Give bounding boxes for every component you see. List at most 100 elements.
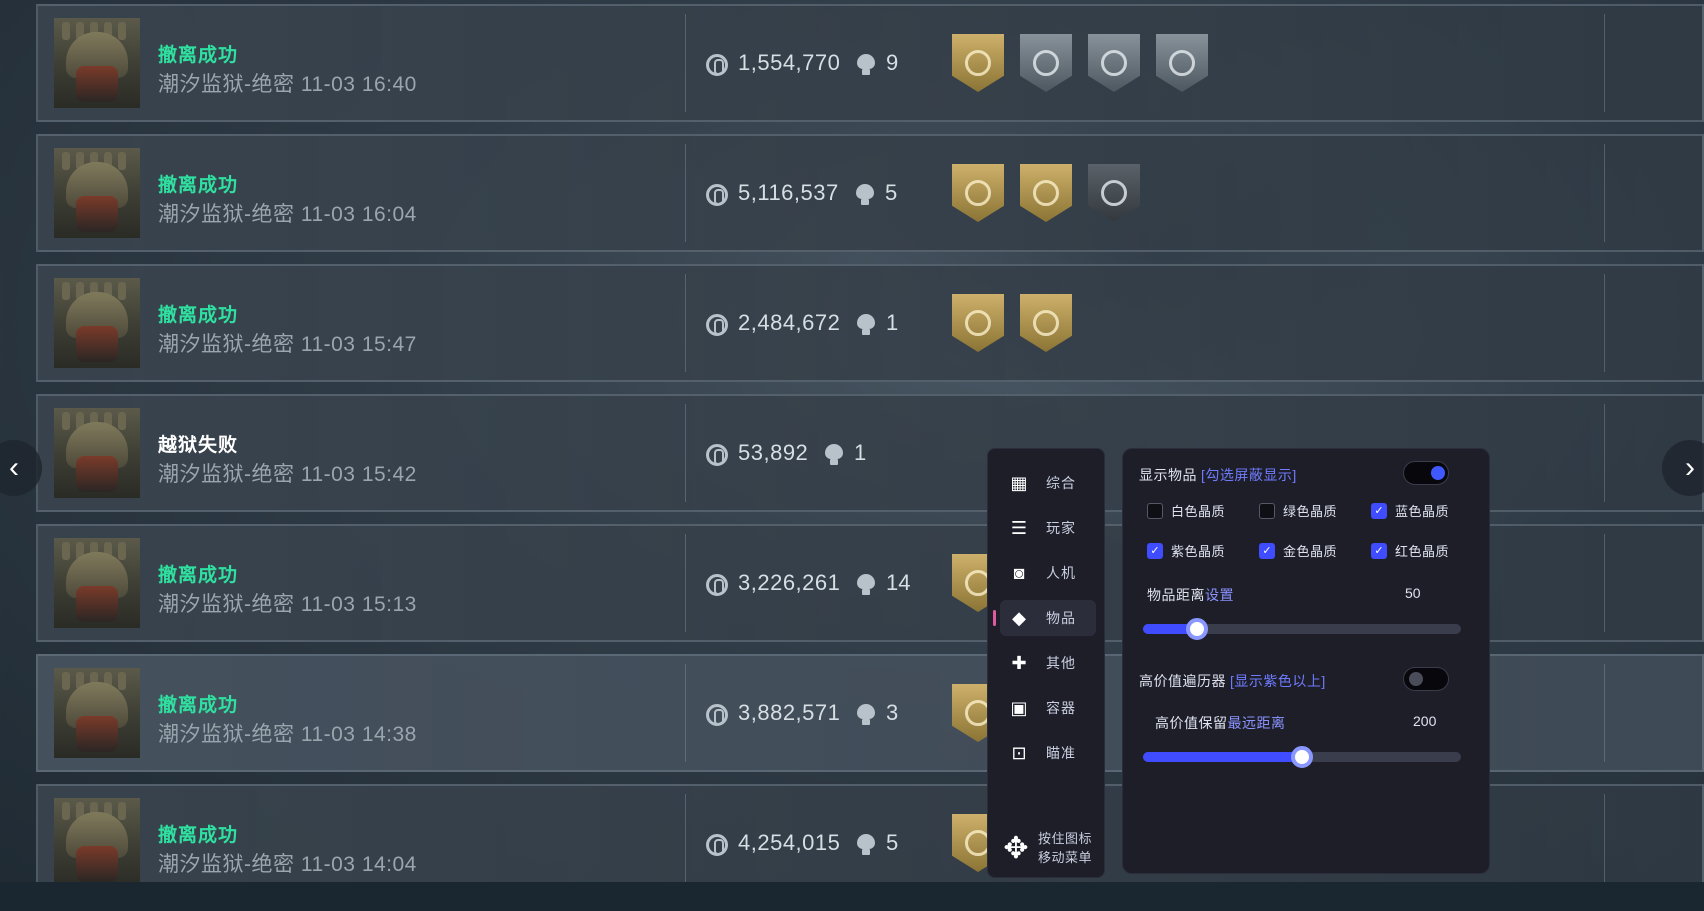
helmet-spike xyxy=(118,672,126,690)
helmet-spike xyxy=(62,672,70,690)
coin-icon xyxy=(706,314,728,336)
show-items-hint: [勾选屏蔽显示] xyxy=(1201,467,1297,483)
slider-thumb[interactable] xyxy=(1291,746,1313,768)
divider xyxy=(685,144,686,242)
face-mask xyxy=(76,326,118,362)
high-value-label: 高价值遍历器 xyxy=(1139,673,1226,689)
quality-label: 蓝色晶质 xyxy=(1395,504,1450,519)
menu-item-robot[interactable]: ◙ 人机 xyxy=(1000,555,1096,591)
keep-distance-value: 200 xyxy=(1413,713,1437,729)
keep-distance-label: 高价值保留最远距离 xyxy=(1155,713,1286,733)
menu-item-diamond[interactable]: ◆ 物品 xyxy=(993,600,1096,636)
quality-checkbox-row[interactable]: ✓ 蓝色晶质 xyxy=(1371,501,1449,520)
achievement-badge-icon xyxy=(1088,164,1140,222)
menu-item-label: 人机 xyxy=(1046,565,1076,581)
slider-thumb[interactable] xyxy=(1186,618,1209,640)
chevron-right-icon: › xyxy=(1685,451,1695,484)
badge-emblem xyxy=(1033,180,1059,206)
box-icon: ▣ xyxy=(1010,697,1028,718)
extracted-value: 2,484,672 xyxy=(738,310,841,335)
badge-emblem xyxy=(1101,180,1127,206)
keep-distance-slider[interactable] xyxy=(1143,746,1461,768)
helmet-spike xyxy=(118,412,126,430)
coin-icon xyxy=(706,834,728,856)
quality-checkbox[interactable] xyxy=(1147,502,1163,519)
player-avatar xyxy=(54,668,140,758)
player-avatar xyxy=(54,798,140,882)
achievement-badges xyxy=(952,164,1140,222)
player-avatar xyxy=(54,148,140,238)
item-distance-label-accent: 设置 xyxy=(1205,587,1234,603)
extraction-status: 撤离成功 xyxy=(158,695,239,716)
coin-icon xyxy=(706,54,728,76)
extracted-value: 5,116,537 xyxy=(738,180,839,205)
menu-item-grid[interactable]: ▦ 综合 xyxy=(1000,465,1096,501)
move-hint-line2: 移动菜单 xyxy=(1038,850,1093,865)
kill-count: 5 xyxy=(886,830,899,855)
crosshair-icon: ⊡ xyxy=(1011,742,1027,763)
skull-icon xyxy=(855,184,875,206)
badge-emblem xyxy=(965,310,991,336)
achievement-badge-icon xyxy=(1020,294,1072,352)
extracted-value: 3,226,261 xyxy=(738,570,841,595)
divider xyxy=(685,404,686,502)
skull-icon xyxy=(856,574,876,596)
achievement-badge-icon xyxy=(1020,164,1072,222)
menu-item-label: 瞄准 xyxy=(1046,745,1076,761)
quality-checkbox[interactable]: ✓ xyxy=(1371,502,1387,519)
face-mask xyxy=(76,586,118,622)
high-value-toggle[interactable] xyxy=(1403,667,1449,691)
move-menu-hint: 按住图标 移动菜单 xyxy=(1038,829,1092,867)
match-row[interactable]: 撤离成功 潮汐监狱-绝密 11-03 16:04 5,116,537 5 xyxy=(36,134,1704,252)
menu-item-puzzle[interactable]: ✚ 其他 xyxy=(1000,645,1096,681)
quality-label: 白色晶质 xyxy=(1171,504,1226,519)
quality-checkbox-row[interactable]: ✓ 紫色晶质 xyxy=(1147,541,1225,560)
helmet-spike xyxy=(62,282,70,300)
extraction-status: 撤离成功 xyxy=(158,305,239,326)
quality-checkbox[interactable]: ✓ xyxy=(1371,542,1387,559)
quality-checkbox-row[interactable]: 白色晶质 xyxy=(1147,501,1225,520)
quality-label: 金色晶质 xyxy=(1283,544,1338,559)
divider xyxy=(1604,534,1605,632)
helmet-spike xyxy=(62,802,70,820)
move-icon[interactable]: ✥ xyxy=(1000,831,1032,866)
badge-emblem xyxy=(1033,50,1059,76)
quality-checkbox-row[interactable]: ✓ 金色晶质 xyxy=(1259,541,1337,560)
divider xyxy=(685,534,686,632)
menu-item-user-list[interactable]: ☰ 玩家 xyxy=(1000,510,1096,546)
show-items-label: 显示物品 xyxy=(1139,467,1197,483)
extraction-status: 撤离成功 xyxy=(158,45,239,66)
quality-checkbox[interactable] xyxy=(1259,502,1275,519)
helmet-spike xyxy=(118,152,126,170)
puzzle-icon: ✚ xyxy=(1011,652,1027,673)
match-row[interactable]: 撤离成功 潮汐监狱-绝密 11-03 16:40 1,554,770 9 xyxy=(36,4,1704,122)
quality-label: 绿色晶质 xyxy=(1283,504,1338,519)
item-distance-slider[interactable] xyxy=(1143,618,1461,640)
move-menu-handle[interactable]: ✥ 按住图标 移动菜单 xyxy=(1000,829,1100,867)
extraction-status: 撤离成功 xyxy=(158,565,239,586)
face-mask xyxy=(76,456,118,492)
achievement-badges xyxy=(952,294,1072,352)
divider xyxy=(1604,14,1605,112)
quality-checkbox[interactable]: ✓ xyxy=(1259,542,1275,559)
match-row[interactable]: 撤离成功 潮汐监狱-绝密 11-03 15:47 2,484,672 1 xyxy=(36,264,1704,382)
quality-checkbox-row[interactable]: ✓ 红色晶质 xyxy=(1371,541,1449,560)
quality-checkbox-row[interactable]: 绿色晶质 xyxy=(1259,501,1337,520)
skull-icon xyxy=(856,834,876,856)
helmet-spike xyxy=(62,542,70,560)
extraction-status: 撤离成功 xyxy=(158,825,239,846)
badge-emblem xyxy=(1101,50,1127,76)
helmet-spike xyxy=(62,22,70,40)
kill-count: 1 xyxy=(854,440,867,465)
player-avatar xyxy=(54,278,140,368)
show-items-toggle[interactable] xyxy=(1403,461,1449,485)
quality-checkbox[interactable]: ✓ xyxy=(1147,542,1163,559)
kill-count: 3 xyxy=(886,700,899,725)
menu-item-crosshair[interactable]: ⊡ 瞄准 xyxy=(1000,735,1096,771)
map-and-time: 潮汐监狱-绝密 11-03 14:04 xyxy=(158,853,417,876)
menu-item-box[interactable]: ▣ 容器 xyxy=(1000,690,1096,726)
extraction-status: 越狱失败 xyxy=(158,435,239,456)
helmet-spike xyxy=(62,152,70,170)
divider xyxy=(685,14,686,112)
achievement-badge-icon xyxy=(952,294,1004,352)
